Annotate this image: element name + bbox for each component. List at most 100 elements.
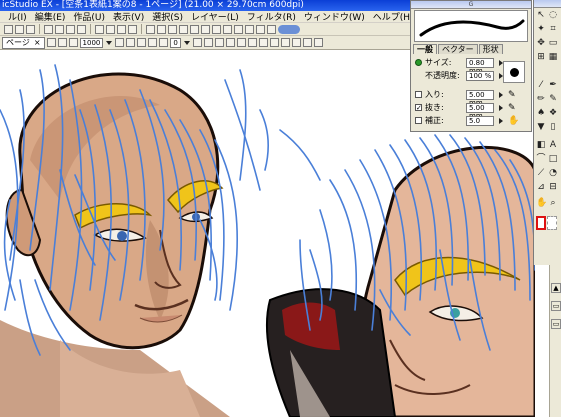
redo-icon[interactable] bbox=[106, 24, 115, 34]
rotate-left-icon[interactable] bbox=[137, 38, 147, 47]
move-icon[interactable]: ✥ bbox=[536, 38, 546, 48]
guide-icon[interactable] bbox=[203, 38, 213, 47]
vertical-scrollbar[interactable]: ▲ ▭ ▭ bbox=[549, 265, 561, 417]
snap-grid-icon[interactable] bbox=[236, 38, 246, 47]
new-file-icon[interactable] bbox=[4, 24, 13, 34]
color-icon[interactable] bbox=[201, 24, 210, 34]
copy-icon[interactable] bbox=[66, 24, 75, 34]
zoom-fit-icon[interactable] bbox=[68, 38, 78, 47]
bucket-icon[interactable]: ▼ bbox=[536, 122, 546, 132]
rotation-field[interactable]: 0 bbox=[170, 37, 181, 48]
size-field[interactable]: 0.80 mm bbox=[466, 57, 494, 75]
eraser-icon[interactable]: ▯ bbox=[548, 122, 558, 132]
hand-icon[interactable]: ✋ bbox=[536, 198, 547, 208]
scroll-page-icon[interactable]: ▭ bbox=[551, 319, 561, 329]
lasso-icon[interactable]: ◌ bbox=[548, 10, 558, 20]
menu-help[interactable]: ヘルプ(H) bbox=[371, 11, 410, 22]
tab-vector[interactable]: ベクター bbox=[438, 44, 478, 54]
menu-edit[interactable]: 編集(E) bbox=[33, 11, 68, 22]
wand-icon[interactable]: ✦ bbox=[536, 24, 546, 34]
page-icon[interactable] bbox=[267, 24, 276, 34]
curve-icon[interactable]: ⌒ bbox=[536, 154, 546, 164]
pen-icon[interactable]: ✒ bbox=[548, 80, 558, 90]
page-nav-icon[interactable] bbox=[46, 38, 56, 47]
zoom-out-icon[interactable] bbox=[126, 38, 136, 47]
page-nav-next-icon[interactable] bbox=[57, 38, 67, 47]
color-mode-icon[interactable] bbox=[280, 38, 290, 47]
scroll-up-icon[interactable]: ▲ bbox=[551, 283, 561, 293]
opacity-field[interactable]: 100 % bbox=[466, 70, 494, 81]
print-icon[interactable] bbox=[44, 24, 53, 34]
paste-icon[interactable] bbox=[77, 24, 86, 34]
chevron-down-icon[interactable] bbox=[499, 117, 503, 124]
clear-icon[interactable] bbox=[117, 24, 126, 34]
airbrush-icon[interactable]: ❖ bbox=[548, 108, 558, 118]
navigator-icon[interactable] bbox=[190, 24, 199, 34]
gradient-icon[interactable]: ◧ bbox=[536, 140, 546, 150]
pen-icon[interactable]: ✎ bbox=[508, 90, 516, 100]
preview-icon[interactable] bbox=[291, 38, 301, 47]
wrench-icon[interactable] bbox=[313, 38, 323, 47]
rotate-right-icon[interactable] bbox=[148, 38, 158, 47]
zoom-field[interactable]: 1000 bbox=[79, 37, 104, 48]
snap-icon[interactable] bbox=[168, 24, 177, 34]
ruler-icon[interactable] bbox=[146, 24, 155, 34]
menu-layer[interactable]: レイヤー(L) bbox=[189, 11, 241, 22]
history-icon[interactable] bbox=[234, 24, 243, 34]
open-folder-icon[interactable] bbox=[15, 24, 24, 34]
taper-in-field[interactable]: 5.00 mm bbox=[466, 89, 494, 107]
balloon-icon[interactable]: ◔ bbox=[548, 168, 558, 178]
correction-field[interactable]: 5.0 bbox=[466, 115, 494, 126]
chevron-down-icon[interactable] bbox=[183, 40, 190, 45]
menu-work[interactable]: 作品(U) bbox=[71, 11, 107, 22]
flip-icon[interactable] bbox=[159, 38, 169, 47]
arrow-icon[interactable]: ↖ bbox=[536, 10, 546, 20]
reset-icon[interactable] bbox=[192, 38, 202, 47]
frame-icon[interactable]: ⊟ bbox=[548, 182, 558, 192]
taper-out-field[interactable]: 5.00 mm bbox=[466, 102, 494, 120]
sub-color-swatch[interactable] bbox=[547, 216, 557, 230]
layer-move-icon[interactable]: ⊞ bbox=[536, 52, 546, 62]
marker-icon[interactable]: ✎ bbox=[548, 94, 558, 104]
print-area-icon[interactable] bbox=[258, 38, 268, 47]
hand-icon[interactable]: ✋ bbox=[508, 116, 519, 126]
pencil-icon[interactable]: ✏ bbox=[536, 94, 546, 104]
chevron-down-icon[interactable] bbox=[106, 40, 113, 45]
chevron-down-icon[interactable] bbox=[499, 91, 503, 98]
property-icon[interactable] bbox=[256, 24, 265, 34]
main-color-swatch[interactable] bbox=[536, 216, 546, 230]
crop-icon[interactable]: ⌗ bbox=[548, 24, 558, 34]
correction-checkbox[interactable] bbox=[415, 117, 422, 124]
rectangle-icon[interactable]: □ bbox=[548, 154, 558, 164]
snap-ruler-icon[interactable] bbox=[225, 38, 235, 47]
eyedropper-icon[interactable]: ⁄ bbox=[536, 80, 546, 90]
line-icon[interactable]: ⊿ bbox=[536, 182, 546, 192]
ruler-icon[interactable]: ⟋ bbox=[536, 168, 546, 178]
scissors-icon[interactable] bbox=[55, 24, 64, 34]
marquee-icon[interactable]: ▭ bbox=[548, 38, 558, 48]
scroll-page-icon[interactable]: ▭ bbox=[551, 301, 561, 311]
frame-icon[interactable] bbox=[214, 38, 224, 47]
info-icon[interactable] bbox=[245, 24, 254, 34]
menu-filter[interactable]: フィルタ(R) bbox=[245, 11, 298, 22]
material-icon[interactable] bbox=[223, 24, 232, 34]
taper-out-checkbox[interactable]: ✓ bbox=[415, 104, 422, 112]
document-tab[interactable]: ページ × bbox=[2, 36, 45, 49]
grid-icon[interactable] bbox=[157, 24, 166, 34]
chevron-down-icon[interactable] bbox=[499, 104, 503, 111]
menu-select[interactable]: 選択(S) bbox=[150, 11, 185, 22]
tab-shape[interactable]: 形状 bbox=[478, 44, 503, 54]
menu-window[interactable]: ウィンドウ(W) bbox=[302, 11, 367, 22]
layer-icon[interactable] bbox=[179, 24, 188, 34]
pen-icon[interactable]: ✎ bbox=[508, 103, 516, 113]
taper-in-checkbox[interactable] bbox=[415, 91, 422, 98]
perspective-icon[interactable] bbox=[247, 38, 257, 47]
display-icon[interactable] bbox=[269, 38, 279, 47]
transform-icon[interactable] bbox=[128, 24, 137, 34]
search-icon[interactable]: ⌕ bbox=[548, 198, 558, 208]
zoom-in-icon[interactable] bbox=[115, 38, 125, 47]
tab-general[interactable]: 一般 bbox=[413, 44, 437, 54]
text-icon[interactable]: A bbox=[548, 140, 558, 150]
brush-icon[interactable]: ♠ bbox=[536, 108, 546, 118]
lock-icon[interactable] bbox=[302, 38, 312, 47]
